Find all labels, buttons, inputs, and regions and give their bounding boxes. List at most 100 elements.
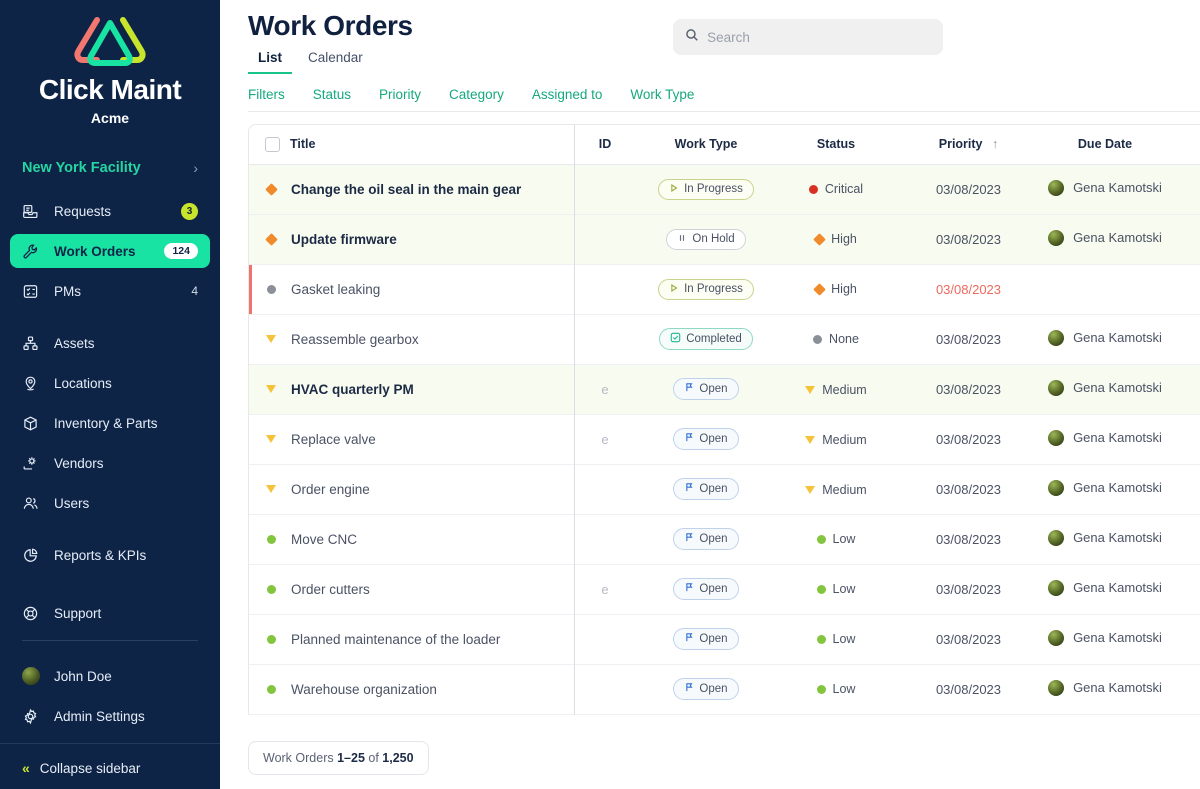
cell-due-date: 03/08/2023 — [896, 314, 1041, 365]
table-row[interactable]: HVAC quarterly PM e Open Medium 03/08/2023 Ge… — [249, 364, 1200, 415]
cell-status-badge[interactable]: On Hold — [636, 214, 776, 265]
cell-priority: Low — [776, 664, 896, 715]
sidebar-item-locations[interactable]: Locations — [10, 366, 210, 400]
table-row[interactable]: Gasket leaking In Progress High 03/08/2023 M… — [249, 264, 1200, 315]
work-orders-table: Title ID Work Type Status Priority ↑ Due… — [249, 125, 1200, 715]
sidebar-item-vendors[interactable]: Vendors — [10, 446, 210, 480]
cell-title[interactable]: Move CNC — [249, 514, 574, 565]
cell-title[interactable]: Replace valve — [249, 414, 574, 465]
filter-assigned-to[interactable]: Assigned to — [532, 87, 603, 102]
column-header-status[interactable]: Status — [776, 125, 896, 165]
collapse-sidebar-button[interactable]: « Collapse sidebar — [0, 743, 220, 789]
row-priority-marker-icon — [266, 335, 276, 343]
cell-title[interactable]: Warehouse organization — [249, 664, 574, 715]
cell-id — [574, 164, 636, 215]
row-priority-marker-icon — [266, 534, 276, 544]
cell-status-badge[interactable]: Completed — [636, 314, 776, 365]
cell-work-type: Project — [1169, 464, 1200, 515]
sidebar-item-admin-settings[interactable]: Admin Settings — [10, 699, 210, 733]
column-header-id[interactable]: ID — [574, 125, 636, 165]
sidebar-user-nav: John Doe Admin Settings — [0, 659, 220, 743]
filter-work-type[interactable]: Work Type — [630, 87, 694, 102]
filter-priority[interactable]: Priority — [379, 87, 421, 102]
sidebar-item-support[interactable]: Support — [10, 596, 210, 630]
due-date: 03/08/2023 — [935, 381, 1002, 397]
frozen-column-divider — [574, 125, 575, 715]
column-header-due-date[interactable]: Due Date — [1041, 125, 1169, 165]
click-maint-logo-icon — [0, 14, 220, 72]
tab-list[interactable]: List — [248, 46, 293, 74]
table-row[interactable]: Planned maintenance of the loader Open Low… — [249, 614, 1200, 665]
sort-asc-icon: ↑ — [992, 137, 999, 152]
sidebar-item-inventory-parts[interactable]: Inventory & Parts — [10, 406, 210, 440]
table-head: Title ID Work Type Status Priority ↑ Due… — [249, 125, 1200, 165]
cell-title[interactable]: Planned maintenance of the loader — [249, 614, 574, 665]
assignee-name: Gena Kamotski — [1073, 180, 1162, 195]
cell-status-badge[interactable]: Open — [636, 514, 776, 565]
filter-filters[interactable]: Filters — [248, 87, 285, 102]
user-name: John Doe — [54, 668, 112, 684]
cell-status-badge[interactable]: Open — [636, 614, 776, 665]
column-header-work-type[interactable]: Work Type — [636, 125, 776, 165]
sidebar-item-work-orders[interactable]: Work Orders 124 — [10, 234, 210, 268]
due-date: 03/08/2023 — [935, 481, 1002, 497]
priority-label: Low — [832, 682, 856, 696]
row-priority-marker-icon — [266, 435, 276, 443]
filter-category[interactable]: Category — [449, 87, 504, 102]
cell-status-badge[interactable]: Open — [636, 364, 776, 415]
cell-status-badge[interactable]: Open — [636, 564, 776, 615]
table-row[interactable]: Order engine Open Medium 03/08/2023 Gena Kam… — [249, 464, 1200, 515]
table-row[interactable]: Update firmware On Hold High 03/08/2023 Gena… — [249, 214, 1200, 265]
cell-status-badge[interactable]: In Progress — [636, 164, 776, 215]
sidebar-item-user-profile[interactable]: John Doe — [10, 659, 210, 693]
sidebar-item-reports-kpis[interactable]: Reports & KPIs — [10, 538, 210, 572]
cell-status-badge[interactable]: Open — [636, 464, 776, 515]
search-input[interactable] — [707, 29, 932, 45]
table-row[interactable]: Replace valve e Open Medium 03/08/2023 Gena K… — [249, 414, 1200, 465]
cell-title[interactable]: HVAC quarterly PM — [249, 364, 574, 415]
cell-title[interactable]: Order cutters — [249, 564, 574, 615]
select-all-checkbox[interactable] — [265, 136, 280, 152]
users-icon — [22, 495, 46, 512]
count-prefix: Work Orders — [263, 750, 338, 765]
table-footer: Work Orders 1–25 of 1,250 ‹ 1 2 3 4 › — [248, 715, 1200, 775]
sidebar-item-assets[interactable]: Assets — [10, 326, 210, 360]
table-row[interactable]: Reassemble gearbox Completed None 03/08/202… — [249, 314, 1200, 365]
sidebar-item-label: Requests — [54, 203, 112, 219]
cell-title[interactable]: Change the oil seal in the main gear — [249, 164, 574, 215]
cell-title[interactable]: Update firmware — [249, 214, 574, 265]
cell-title[interactable]: Order engine — [249, 464, 574, 515]
sidebar-item-requests[interactable]: Requests 3 — [10, 194, 210, 228]
requests-badge: 3 — [181, 202, 198, 220]
column-header-priority[interactable]: Priority ↑ — [896, 125, 1041, 165]
search-box[interactable] — [673, 19, 944, 55]
cell-due-date: 03/08/2023 — [896, 414, 1041, 465]
sidebar-item-users[interactable]: Users — [10, 486, 210, 520]
cell-status-badge[interactable]: Open — [636, 664, 776, 715]
facility-selector[interactable]: New York Facility › — [0, 160, 220, 176]
nav-divider-gap-2 — [10, 526, 210, 538]
cell-status-badge[interactable]: Open — [636, 414, 776, 465]
work-order-title: Warehouse organization — [291, 681, 437, 697]
sidebar-item-label: Reports & KPIs — [54, 547, 147, 563]
table-row[interactable]: Warehouse organization Open Low 03/08/2023 G… — [249, 664, 1200, 715]
status-badge: In Progress — [658, 278, 754, 300]
cell-title[interactable]: Reassemble gearbox — [249, 314, 574, 365]
cell-priority: Critical — [776, 164, 896, 215]
assignee-avatar — [1048, 329, 1065, 346]
cell-work-type: Preventive — [1169, 564, 1200, 615]
cell-title[interactable]: Gasket leaking — [249, 264, 574, 315]
cell-assigned-to: Gena Kamotski — [1041, 364, 1169, 415]
column-header-assigned-to[interactable]: Assigned to — [1169, 125, 1200, 165]
requests-icon — [22, 203, 46, 220]
table-row[interactable]: Order cutters e Open Low 03/08/2023 Gena Kamo… — [249, 564, 1200, 615]
table-row[interactable]: Move CNC Open Low 03/08/2023 Gena Kamotski El… — [249, 514, 1200, 565]
column-header-title[interactable]: Title — [249, 125, 574, 165]
cell-status-badge[interactable]: In Progress — [636, 264, 776, 315]
tab-calendar[interactable]: Calendar — [298, 46, 373, 74]
sidebar-item-pms[interactable]: PMs 4 — [10, 274, 210, 308]
table-row[interactable]: Change the oil seal in the main gear In P… — [249, 164, 1200, 215]
column-header-title-label: Title — [290, 137, 316, 152]
filter-status[interactable]: Status — [313, 87, 351, 102]
cell-assigned-to: Gena Kamotski — [1041, 314, 1169, 365]
